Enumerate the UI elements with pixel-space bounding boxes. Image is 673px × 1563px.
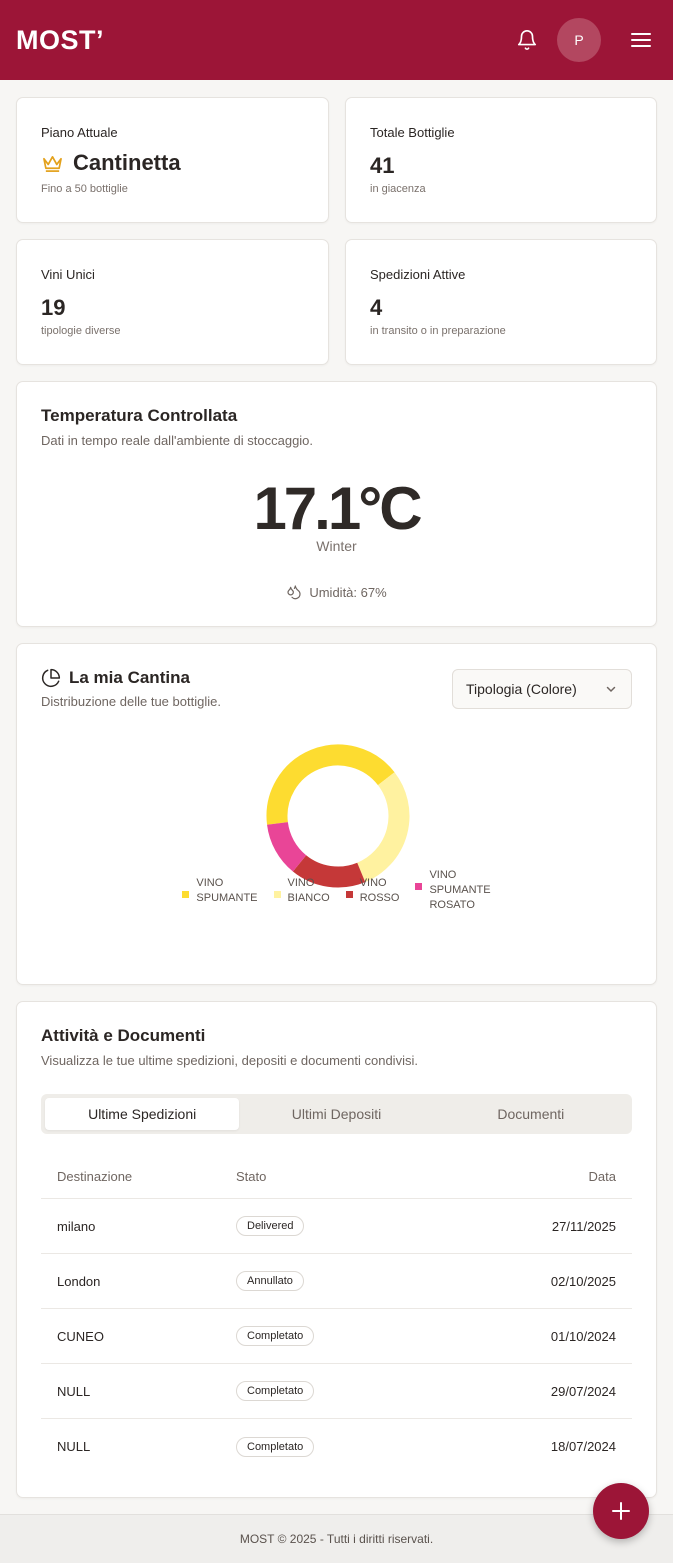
legend-item[interactable]: VINO SPUMANTE ROSATO bbox=[415, 868, 491, 913]
droplets-icon bbox=[286, 584, 302, 600]
legend-label: VINO ROSSO bbox=[359, 877, 400, 904]
row-destination: NULL bbox=[57, 1383, 91, 1399]
table-row[interactable]: milano Delivered 27/11/2025 bbox=[41, 1199, 632, 1254]
shipments-value: 4 bbox=[370, 295, 383, 320]
activity-card: Attività e Documenti Visualizza le tue u… bbox=[16, 1001, 657, 1498]
temperature-value: 17.1°C bbox=[253, 475, 422, 542]
table-row[interactable]: NULL Completato 29/07/2024 bbox=[41, 1364, 632, 1419]
cellar-title: La mia Cantina bbox=[69, 668, 190, 687]
avatar[interactable]: P bbox=[557, 18, 601, 62]
cellar-subtitle: Distribuzione delle tue bottiglie. bbox=[41, 694, 221, 709]
activity-subtitle: Visualizza le tue ultime spedizioni, dep… bbox=[41, 1053, 418, 1068]
plan-name: Cantinetta bbox=[73, 150, 181, 175]
humidity-text: Umidità: 67% bbox=[309, 584, 387, 600]
row-destination: London bbox=[57, 1273, 101, 1289]
shipments-sub: in transito o in preparazione bbox=[370, 325, 506, 337]
row-date: 27/11/2025 bbox=[551, 1218, 616, 1234]
legend-label: VINO SPUMANTE ROSATO bbox=[429, 869, 491, 911]
menu-icon[interactable] bbox=[629, 28, 653, 52]
temperature-title: Temperatura Controllata bbox=[41, 406, 238, 425]
plan-label: Piano Attuale bbox=[41, 125, 118, 140]
donut-slice-vino-spumante[interactable] bbox=[266, 744, 395, 825]
unique-sub: tipologie diverse bbox=[41, 325, 121, 337]
chevron-down-icon bbox=[605, 683, 617, 695]
shipments-label: Spedizioni Attive bbox=[370, 267, 466, 282]
table-row[interactable]: CUNEO Completato 01/10/2024 bbox=[41, 1309, 632, 1364]
tab-shipments[interactable]: Ultime Spedizioni bbox=[45, 1098, 240, 1130]
activity-title: Attività e Documenti bbox=[41, 1026, 206, 1045]
bell-icon[interactable] bbox=[515, 28, 539, 52]
cellar-card: La mia Cantina Distribuzione delle tue b… bbox=[16, 643, 657, 985]
legend-item[interactable]: VINO BIANCO bbox=[273, 876, 330, 913]
logo[interactable]: MOST’ bbox=[16, 25, 104, 56]
cellar-header: La mia Cantina bbox=[41, 668, 190, 688]
column-status: Stato bbox=[236, 1168, 267, 1184]
app-header: MOST’ P bbox=[0, 0, 673, 80]
table-row[interactable]: London Annullato 02/10/2025 bbox=[41, 1254, 632, 1309]
activity-tabs: Ultime Spedizioni Ultimi Depositi Docume… bbox=[41, 1094, 632, 1134]
footer-text: MOST © 2025 - Tutti i diritti riservati. bbox=[239, 1532, 434, 1546]
row-destination: milano bbox=[57, 1218, 96, 1234]
shipments-table: Destinazione Stato Data milano Delivered… bbox=[41, 1154, 632, 1474]
unique-label: Vini Unici bbox=[41, 267, 95, 282]
select-value: Tipologia (Colore) bbox=[466, 681, 577, 697]
shipments-card: Spedizioni Attive 4 in transito o in pre… bbox=[345, 239, 657, 365]
chart-legend: VINO SPUMANTE VINO BIANCO VINO ROSSO VINO SPUMA… bbox=[17, 869, 656, 913]
status-badge: Completato bbox=[236, 1326, 315, 1346]
row-destination: CUNEO bbox=[57, 1328, 104, 1344]
crown-icon bbox=[41, 153, 65, 173]
unique-wines-card: Vini Unici 19 tipologie diverse bbox=[16, 239, 329, 365]
donut-chart bbox=[266, 744, 410, 888]
status-badge: Completato bbox=[236, 1436, 315, 1457]
row-date: 18/07/2024 bbox=[550, 1439, 616, 1454]
humidity-readout: Umidità: 67% bbox=[17, 584, 656, 600]
table-row[interactable]: NULL Completato 18/07/2024 bbox=[41, 1419, 632, 1474]
row-date: 02/10/2025 bbox=[550, 1273, 616, 1289]
status-badge: Completato bbox=[236, 1381, 315, 1401]
status-badge: Annullato bbox=[236, 1271, 304, 1291]
bottles-card: Totale Bottiglie 41 in giacenza bbox=[345, 97, 657, 223]
plan-sub: Fino a 50 bottiglie bbox=[41, 183, 128, 195]
plus-icon bbox=[612, 1502, 630, 1520]
legend-label: VINO BIANCO bbox=[287, 877, 330, 904]
row-date: 29/07/2024 bbox=[550, 1383, 616, 1399]
status-badge: Delivered bbox=[236, 1216, 305, 1236]
pie-chart-icon bbox=[41, 668, 61, 688]
legend-swatch bbox=[273, 891, 281, 898]
legend-swatch bbox=[415, 883, 423, 890]
plan-card: Piano Attuale Cantinetta Fino a 50 botti… bbox=[16, 97, 329, 223]
legend-item[interactable]: VINO SPUMANTE bbox=[182, 876, 258, 913]
chart-grouping-select[interactable]: Tipologia (Colore) bbox=[452, 669, 632, 709]
season-label: Winter bbox=[316, 538, 357, 554]
bottles-sub: in giacenza bbox=[370, 183, 426, 195]
footer: MOST © 2025 - Tutti i diritti riservati. bbox=[0, 1514, 673, 1563]
legend-item[interactable]: VINO ROSSO bbox=[345, 876, 400, 913]
legend-label: VINO SPUMANTE bbox=[196, 877, 258, 904]
bottles-value: 41 bbox=[370, 153, 395, 178]
bottles-label: Totale Bottiglie bbox=[370, 125, 455, 140]
row-date: 01/10/2024 bbox=[550, 1328, 616, 1344]
temperature-subtitle: Dati in tempo reale dall'ambiente di sto… bbox=[41, 433, 314, 448]
donut-slice-vino-spumante-rosato[interactable] bbox=[267, 821, 307, 872]
legend-swatch bbox=[182, 891, 190, 898]
column-date: Data bbox=[588, 1168, 616, 1184]
add-button[interactable] bbox=[593, 1483, 649, 1539]
unique-value: 19 bbox=[41, 295, 66, 320]
temperature-card: Temperatura Controllata Dati in tempo re… bbox=[16, 381, 657, 627]
plan-value: Cantinetta bbox=[41, 150, 181, 176]
legend-swatch bbox=[345, 891, 353, 898]
table-header: Destinazione Stato Data bbox=[41, 1154, 632, 1199]
row-destination: NULL bbox=[57, 1439, 91, 1454]
column-destination: Destinazione bbox=[57, 1168, 133, 1184]
tab-deposits[interactable]: Ultimi Depositi bbox=[239, 1098, 433, 1130]
donut-slice-vino-bianco[interactable] bbox=[356, 772, 410, 883]
tab-documents[interactable]: Documenti bbox=[434, 1098, 628, 1130]
header-actions: P bbox=[515, 18, 657, 62]
donut-slice-vino-rosso[interactable] bbox=[292, 854, 366, 888]
